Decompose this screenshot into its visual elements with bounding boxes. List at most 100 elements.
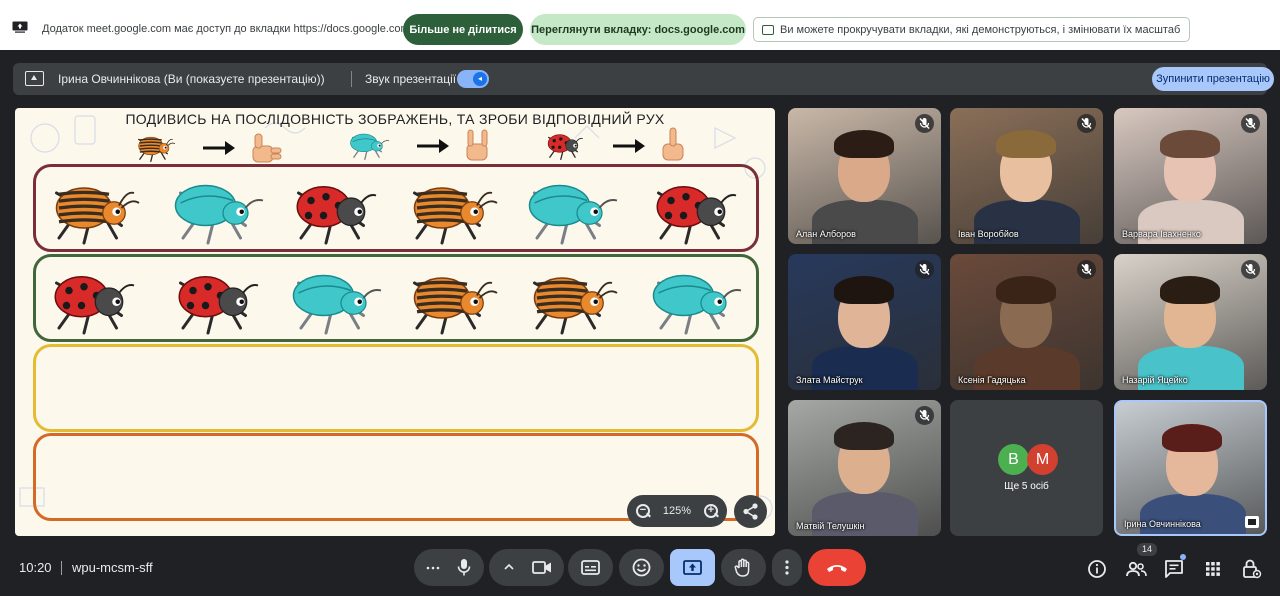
mic-off-icon xyxy=(915,260,934,279)
speaker-icon: ◂ xyxy=(473,72,487,86)
hang-up-icon xyxy=(827,565,847,572)
colorado-beetle-icon xyxy=(413,187,498,245)
host-controls-icon[interactable] xyxy=(1240,558,1262,580)
leave-call-button[interactable] xyxy=(808,549,866,586)
mic-off-icon xyxy=(915,114,934,133)
clock: 10:20 xyxy=(19,560,52,575)
mic-off-icon xyxy=(1077,260,1096,279)
scroll-hint-text: Ви можете прокручувати вкладки, які демо… xyxy=(780,23,1181,36)
zoom-control: − 125% + xyxy=(627,495,727,527)
participant-tile[interactable]: Ксенія Гадяцька xyxy=(950,254,1103,390)
hint-icon xyxy=(762,24,774,35)
colorado-beetle-icon xyxy=(55,187,140,245)
teal-beetle-icon xyxy=(528,184,618,245)
sharing-message: Додаток meet.google.com має доступ до вк… xyxy=(42,23,410,35)
people-count-badge: 14 xyxy=(1137,543,1157,556)
participant-video-hair xyxy=(834,422,894,450)
tab-sharing-bar: Додаток meet.google.com має доступ до вк… xyxy=(0,0,1280,50)
mic-off-icon xyxy=(1077,114,1096,133)
participant-video-hair xyxy=(834,130,894,158)
participant-tile[interactable]: Алан Алборов xyxy=(788,108,941,244)
divider xyxy=(351,71,352,87)
picture-in-picture-icon[interactable] xyxy=(1245,516,1259,528)
meeting-code: wpu-mcsm-sff xyxy=(72,560,153,575)
share-icon xyxy=(743,503,758,520)
hand-icon xyxy=(734,558,750,577)
zoom-in-icon[interactable]: + xyxy=(703,503,719,519)
participant-tile[interactable]: Варвара Івахненко xyxy=(1114,108,1267,244)
participant-name: Ксенія Гадяцька xyxy=(958,375,1026,385)
presenting-bar: Ірина Овчиннікова (Ви (показуєте презент… xyxy=(13,63,1274,95)
presenter-name: Ірина Овчиннікова (Ви (показуєте презент… xyxy=(58,72,325,86)
participant-video-hair xyxy=(1160,276,1220,304)
screen-share-icon xyxy=(12,21,28,33)
emoji-icon xyxy=(632,558,651,577)
participant-name: Матвій Телушкін xyxy=(796,521,865,531)
mic-off-icon xyxy=(1241,114,1260,133)
teal-beetle-icon xyxy=(292,274,382,335)
avatar: М xyxy=(1027,444,1058,475)
chevron-up-icon xyxy=(504,563,514,570)
presentation-sound-toggle[interactable]: ◂ xyxy=(457,70,489,88)
more-audio-options-button[interactable] xyxy=(414,549,484,586)
teal-beetle-icon xyxy=(174,184,264,245)
chat-icon[interactable] xyxy=(1163,558,1185,580)
beetle-sequence xyxy=(54,184,742,335)
participant-tile[interactable]: Назарій Яцейко xyxy=(1114,254,1267,390)
captions-button[interactable] xyxy=(568,549,613,586)
more-options-button[interactable] xyxy=(772,549,802,586)
activities-icon[interactable] xyxy=(1202,558,1224,580)
more-vert-icon xyxy=(785,560,789,575)
chat-notification-dot xyxy=(1180,554,1186,560)
participant-name: Назарій Яцейко xyxy=(1122,375,1188,385)
colorado-beetle-icon xyxy=(413,277,498,335)
ladybug-icon xyxy=(178,276,259,335)
reactions-button[interactable] xyxy=(619,549,664,586)
participant-name: Ірина Овчиннікова xyxy=(1124,519,1201,529)
view-tab-button[interactable]: Переглянути вкладку: docs.google.com xyxy=(530,14,746,45)
participant-video-hair xyxy=(996,276,1056,304)
participant-tile[interactable]: Ірина Овчиннікова xyxy=(1114,400,1267,536)
camera-button[interactable] xyxy=(489,549,564,586)
others-tile[interactable]: В М Ще 5 осіб xyxy=(950,400,1103,536)
colorado-beetle-icon xyxy=(533,277,618,335)
mic-off-icon xyxy=(915,406,934,425)
stop-presenting-button[interactable]: Зупинити презентацію xyxy=(1152,67,1274,91)
participant-video-hair xyxy=(996,130,1056,158)
microphone-icon[interactable] xyxy=(457,558,471,577)
people-icon[interactable] xyxy=(1125,558,1147,580)
more-dots-icon xyxy=(426,566,440,570)
present-now-button[interactable] xyxy=(670,549,715,586)
participant-name: Злата Майструк xyxy=(796,375,863,385)
participant-tile[interactable]: Матвій Телушкін xyxy=(788,400,941,536)
others-count-label: Ще 5 осіб xyxy=(1004,481,1049,492)
participant-name: Іван Воробйов xyxy=(958,229,1019,239)
participant-video-body xyxy=(1140,494,1246,534)
raise-hand-button[interactable] xyxy=(721,549,766,586)
participant-name: Варвара Івахненко xyxy=(1122,229,1201,239)
avatar: В xyxy=(998,444,1029,475)
present-screen-icon xyxy=(25,71,44,86)
presented-slide[interactable]: ПОДИВИСЬ НА ПОСЛІДОВНІСТЬ ЗОБРАЖЕНЬ, ТА … xyxy=(15,108,775,536)
participant-video-hair xyxy=(1160,130,1220,158)
participant-name: Алан Алборов xyxy=(796,229,856,239)
ladybug-icon xyxy=(656,186,737,245)
captions-icon xyxy=(581,560,600,575)
participant-tile[interactable]: Злата Майструк xyxy=(788,254,941,390)
stop-sharing-button[interactable]: Більше не ділитися xyxy=(403,14,523,45)
info-icon[interactable] xyxy=(1086,558,1108,580)
participant-tile[interactable]: Іван Воробйов xyxy=(950,108,1103,244)
participant-video-hair xyxy=(834,276,894,304)
share-button[interactable] xyxy=(734,495,767,528)
participant-video-hair xyxy=(1162,424,1222,452)
mic-off-icon xyxy=(1241,260,1260,279)
camera-icon[interactable] xyxy=(532,560,552,575)
ladybug-icon xyxy=(54,276,135,335)
presentation-sound-label: Звук презентації xyxy=(365,72,457,86)
ladybug-icon xyxy=(296,186,377,245)
others-avatars: В М xyxy=(998,444,1058,475)
divider xyxy=(61,561,62,575)
teal-beetle-icon xyxy=(652,274,742,335)
zoom-out-icon[interactable]: − xyxy=(635,503,651,519)
scroll-hint: Ви можете прокручувати вкладки, які демо… xyxy=(753,17,1190,42)
